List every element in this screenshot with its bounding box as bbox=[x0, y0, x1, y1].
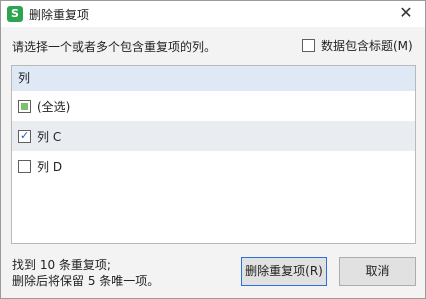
status-line-keep: 删除后将保留 5 条唯一项。 bbox=[12, 274, 160, 288]
dialog-title: 删除重复项 bbox=[29, 8, 90, 22]
remove-duplicates-button[interactable]: 删除重复项(R) bbox=[241, 257, 327, 286]
column-list-header: 列 bbox=[12, 66, 415, 91]
column-list: 列 (全选) 列 C 列 D bbox=[11, 65, 416, 244]
cancel-button[interactable]: 取消 bbox=[339, 257, 416, 286]
header-checkbox[interactable] bbox=[302, 39, 315, 52]
list-item-column-d[interactable]: 列 D bbox=[12, 151, 415, 181]
list-item-column-c[interactable]: 列 C bbox=[12, 121, 415, 151]
header-checkbox-label: 数据包含标题(M) bbox=[321, 39, 413, 53]
list-item-select-all[interactable]: (全选) bbox=[12, 91, 415, 121]
header-option[interactable]: 数据包含标题(M) bbox=[302, 37, 413, 54]
status-line-found: 找到 10 条重复项; bbox=[12, 258, 111, 272]
app-icon: S bbox=[7, 6, 23, 22]
column-c-checkbox[interactable] bbox=[18, 129, 31, 143]
list-item-label: 列 C bbox=[37, 129, 62, 144]
select-all-checkbox[interactable] bbox=[18, 99, 31, 113]
column-d-checkbox[interactable] bbox=[18, 159, 31, 173]
title-bar: S 删除重复项 ✕ bbox=[1, 1, 425, 27]
remove-duplicates-dialog: S 删除重复项 ✕ 请选择一个或者多个包含重复项的列。 数据包含标题(M) 列 … bbox=[0, 0, 426, 299]
list-item-label: 列 D bbox=[37, 159, 63, 174]
status-text: 找到 10 条重复项; 删除后将保留 5 条唯一项。 bbox=[12, 257, 159, 289]
close-icon[interactable]: ✕ bbox=[395, 2, 417, 24]
list-item-label: (全选) bbox=[37, 99, 71, 114]
instruction-text: 请选择一个或者多个包含重复项的列。 bbox=[12, 40, 217, 54]
